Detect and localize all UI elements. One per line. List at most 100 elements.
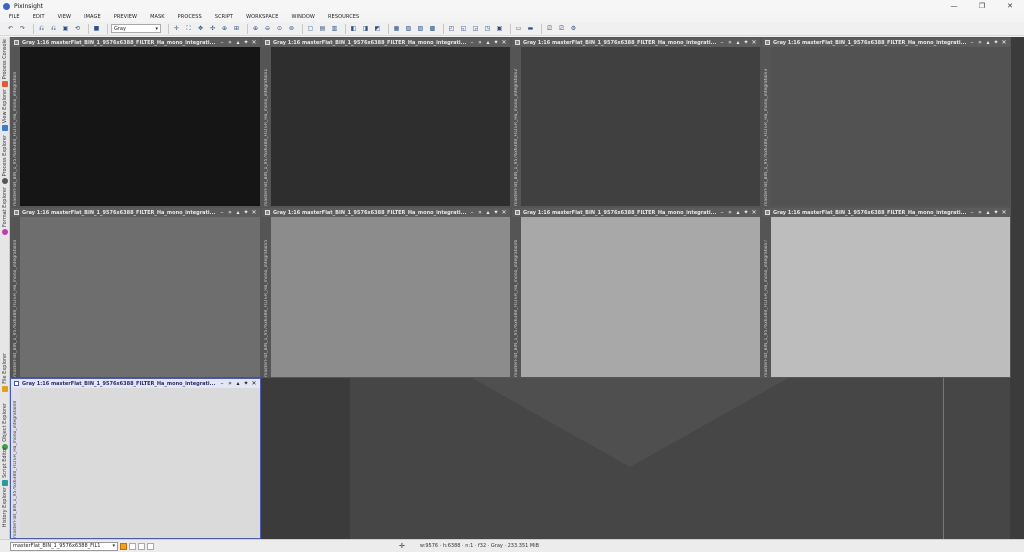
stf-auto-icon[interactable]: ▦ (392, 24, 401, 33)
menu-edit[interactable]: EDIT (33, 14, 45, 20)
maximize-icon[interactable]: ▴ (984, 39, 992, 47)
view-selector-icon[interactable] (765, 40, 770, 45)
display-save-icon[interactable]: ▬ (526, 24, 535, 33)
view-selector-icon[interactable] (515, 40, 520, 45)
channel-g-icon[interactable]: ◲ (471, 24, 480, 33)
zoom-1-1-icon[interactable]: ⊙ (275, 24, 284, 33)
image-window[interactable]: Gray 1:16 masterFlat_BIN_1_9576x6388_FIL… (761, 207, 1011, 378)
shade-icon[interactable]: » (726, 39, 734, 47)
view-selector-icon[interactable] (14, 40, 19, 45)
image-window-titlebar[interactable]: Gray 1:16 masterFlat_BIN_1_9576x6388_FIL… (762, 208, 1010, 217)
image-canvas[interactable] (20, 388, 260, 538)
minimize-icon[interactable]: – (218, 39, 226, 47)
display-channel-button[interactable] (129, 542, 136, 550)
shade-icon[interactable]: » (226, 209, 234, 217)
display-channel-button[interactable] (120, 542, 127, 550)
image-window-titlebar[interactable]: Gray 1:16 masterFlat_BIN_1_9576x6388_FIL… (262, 38, 510, 47)
zoom-fit-window-icon[interactable]: ⊚ (287, 24, 296, 33)
menu-file[interactable]: FILE (9, 14, 20, 20)
menu-preview[interactable]: PREVIEW (114, 14, 137, 20)
minimize-icon[interactable]: – (968, 39, 976, 47)
maximize-icon[interactable]: ▴ (234, 39, 242, 47)
close-icon[interactable]: ✕ (1000, 209, 1008, 217)
pin-icon[interactable]: ✦ (992, 39, 1000, 47)
maximize-icon[interactable]: ▴ (734, 39, 742, 47)
channel-rgb-icon[interactable]: ◰ (447, 24, 456, 33)
stf-link-icon[interactable]: ▧ (404, 24, 413, 33)
channel-b-icon[interactable]: ◳ (483, 24, 492, 33)
shade-icon[interactable]: » (226, 39, 234, 47)
maximize-icon[interactable]: ▴ (234, 209, 242, 217)
image-window[interactable]: Gray 1:16 masterFlat_BIN_1_9576x6388_FIL… (10, 37, 261, 207)
pin-icon[interactable]: ✦ (492, 39, 500, 47)
display-channel-button[interactable] (147, 542, 154, 550)
save-icon[interactable]: ▣ (61, 24, 70, 33)
channel-l-icon[interactable]: ▣ (495, 24, 504, 33)
shade-icon[interactable]: » (726, 209, 734, 217)
maximize-icon[interactable]: ▴ (484, 39, 492, 47)
dock-tab-history-explorer[interactable]: History Explorer (0, 487, 10, 527)
menu-process[interactable]: PROCESS (178, 14, 202, 20)
close-icon[interactable]: ✕ (500, 209, 508, 217)
undo-icon[interactable]: ↶ (6, 24, 15, 33)
close-icon[interactable]: ✕ (250, 380, 258, 388)
image-window-titlebar[interactable]: Gray 1:16 masterFlat_BIN_1_9576x6388_FIL… (262, 208, 510, 217)
pin-icon[interactable]: ✦ (242, 380, 250, 388)
image-canvas[interactable] (771, 47, 1010, 206)
history-back-icon[interactable]: ⎌ (37, 24, 46, 33)
close-icon[interactable]: ✕ (500, 39, 508, 47)
image-canvas[interactable] (771, 217, 1010, 377)
channel-r-icon[interactable]: ◱ (459, 24, 468, 33)
pin-icon[interactable]: ✦ (992, 209, 1000, 217)
mask-invert-icon[interactable]: ◩ (373, 24, 382, 33)
menu-image[interactable]: IMAGE (84, 14, 101, 20)
minimize-icon[interactable]: – (718, 209, 726, 217)
close-icon[interactable]: ✕ (750, 39, 758, 47)
preview-delete-icon[interactable]: ▥ (330, 24, 339, 33)
redo-icon[interactable]: ↷ (18, 24, 27, 33)
close-icon[interactable]: ✕ (1000, 39, 1008, 47)
view-select[interactable]: Gray ▾ (111, 24, 161, 33)
history-forward-icon[interactable]: ⎌ (49, 24, 58, 33)
image-window-id-tab[interactable]: masterFlat_BIN_1_9576x6388_FILTER_Ha_mon… (762, 47, 771, 206)
image-window-id-tab[interactable]: masterFlat_BIN_1_9576x6388_FILTER_Ha_mon… (11, 47, 20, 206)
view-selector-icon[interactable] (765, 210, 770, 215)
pin-icon[interactable]: ✦ (742, 209, 750, 217)
maximize-icon[interactable]: ▴ (984, 209, 992, 217)
image-window-titlebar[interactable]: Gray 1:16 masterFlat_BIN_1_9576x6388_FIL… (11, 208, 260, 217)
stf-24bit-icon[interactable]: ▩ (428, 24, 437, 33)
status-view-select[interactable]: masterFlat_BIN_1_9576x6388_FIL1 ▾ (10, 541, 118, 551)
menu-resources[interactable]: RESOURCES (328, 14, 359, 20)
pin-icon[interactable]: ✦ (242, 39, 250, 47)
zoom-out-icon[interactable]: ⊖ (263, 24, 272, 33)
close-icon[interactable]: ✕ (750, 209, 758, 217)
image-window-titlebar[interactable]: Gray 1:16 masterFlat_BIN_1_9576x6388_FIL… (512, 38, 760, 47)
display-channel-button[interactable] (138, 542, 145, 550)
fit-view-icon[interactable]: ⊞ (232, 24, 241, 33)
center-icon[interactable]: ⊕ (220, 24, 229, 33)
image-canvas[interactable] (20, 47, 260, 206)
dock-tab-file-explorer[interactable]: File Explorer (0, 353, 10, 392)
image-window-titlebar[interactable]: Gray 1:16 masterFlat_BIN_1_9576x6388_FIL… (762, 38, 1010, 47)
view-selector-icon[interactable] (14, 210, 19, 215)
dock-tab-process-console[interactable]: Process Console (0, 39, 10, 88)
image-window[interactable]: Gray 1:16 masterFlat_BIN_1_9576x6388_FIL… (261, 207, 511, 378)
image-window-id-tab[interactable]: masterFlat_BIN_1_9576x6388_FILTER_Ha_mon… (262, 47, 271, 206)
preview-new-icon[interactable]: ▢ (306, 24, 315, 33)
menu-mask[interactable]: MASK (150, 14, 165, 20)
pin-icon[interactable]: ✦ (242, 209, 250, 217)
move-icon[interactable]: ✣ (208, 24, 217, 33)
menu-window[interactable]: WINDOW (291, 14, 315, 20)
preview-edit-icon[interactable]: ▤ (318, 24, 327, 33)
dock-tab-script-editor[interactable]: Script Editor (0, 447, 10, 486)
view-selector-icon[interactable] (14, 381, 19, 386)
image-window[interactable]: Gray 1:16 masterFlat_BIN_1_9576x6388_FIL… (761, 37, 1011, 207)
maximize-icon[interactable]: ▴ (484, 209, 492, 217)
minimize-icon[interactable]: – (718, 39, 726, 47)
image-canvas[interactable] (271, 47, 510, 206)
stf-reset-icon[interactable]: ▨ (416, 24, 425, 33)
close-icon[interactable]: ✕ (250, 209, 258, 217)
pin-icon[interactable]: ✦ (742, 39, 750, 47)
new-instance-icon[interactable]: ■ (92, 24, 101, 33)
image-canvas[interactable] (20, 217, 260, 377)
